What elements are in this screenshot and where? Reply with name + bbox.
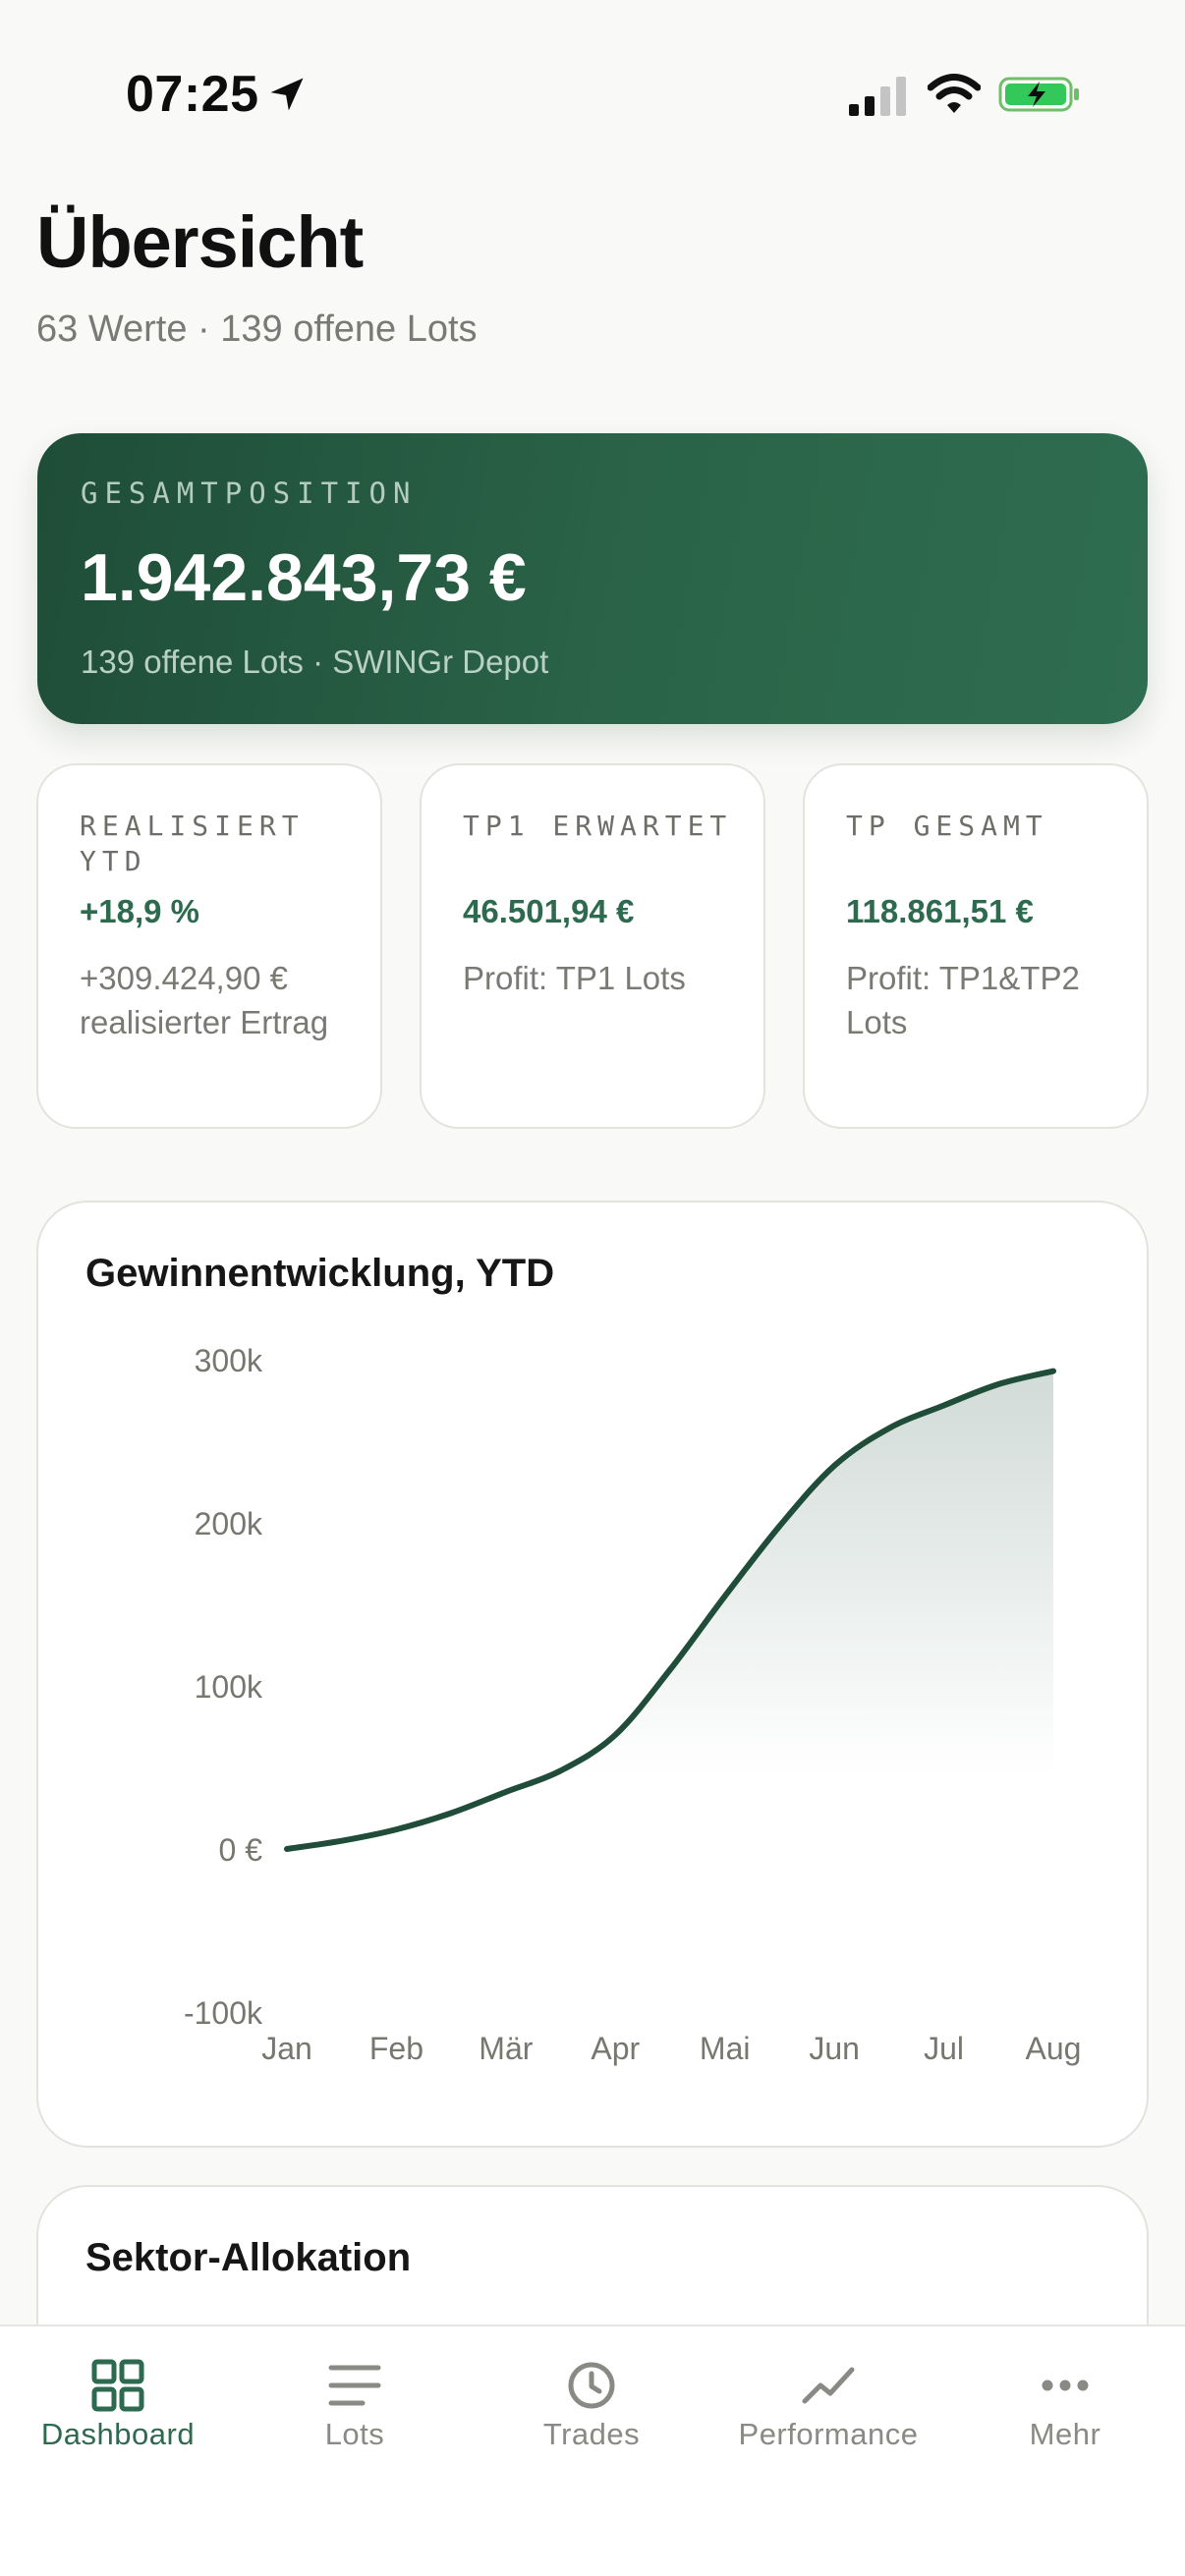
x-tick-label: Aug [1026,2031,1082,2066]
tab-label: Trades [542,2417,641,2451]
tab-dashboard[interactable]: Dashboard [0,2326,236,2493]
stat-card-realized-ytd[interactable]: REALISIERT YTD +18,9 % +309.424,90 € rea… [36,763,382,1129]
tab-label: Dashboard [40,2417,196,2451]
page-title: Übersicht [36,201,364,283]
stat-value: 118.861,51 € [846,893,1034,929]
x-tick-label: Mär [479,2031,533,2066]
battery-charging-icon [998,77,1079,112]
x-tick-label: Feb [369,2031,423,2066]
stat-label: REALISIERT YTD [80,810,305,877]
clock-icon [568,2362,615,2409]
stat-value: +18,9 % [80,893,200,929]
y-tick-label: 100k [195,1669,263,1705]
x-tick-label: Mai [700,2031,751,2066]
grid-icon [91,2359,144,2412]
stat-card-tp-total[interactable]: TP GESAMT 118.861,51 € Profit: TP1&TP2 L… [803,763,1149,1129]
more-dots-icon [1042,2380,1089,2391]
stat-card-tp1-expected[interactable]: TP1 ERWARTET 46.501,94 € Profit: TP1 Lot… [420,763,765,1129]
total-position-subtitle: 139 offene Lots · SWINGr Depot [81,644,549,680]
trend-line-icon [802,2367,855,2404]
y-tick-label: 300k [195,1343,263,1378]
list-icon [328,2365,381,2406]
total-position-card[interactable]: GESAMTPOSITION 1.942.843,73 € 139 offene… [37,433,1148,724]
tab-label: Performance [738,2417,919,2451]
profit-chart-card: Gewinnentwicklung, YTD 300k 200k 100k 0 € -1… [36,1201,1149,2148]
tab-performance[interactable]: Performance [710,2326,946,2493]
stat-label: TP GESAMT [846,810,1048,842]
y-tick-label: 200k [195,1506,263,1541]
cellular-signal-icon [849,77,906,116]
page-subtitle: 63 Werte · 139 offene Lots [36,308,478,350]
y-tick-label: -100k [184,1995,263,2031]
wifi-icon [928,74,981,113]
tab-trades[interactable]: Trades [474,2326,709,2493]
stat-value: 46.501,94 € [463,893,635,929]
stat-description: +309.424,90 € realisierter Ertrag [80,960,329,1040]
total-position-value: 1.942.843,73 € [81,540,527,615]
x-tick-label: Jun [809,2031,860,2066]
x-tick-label: Apr [591,2031,640,2066]
tab-more[interactable]: Mehr [947,2326,1183,2493]
profit-area-fill [287,1371,1053,1849]
stat-label: TP1 ERWARTET [463,810,733,842]
x-tick-label: Jul [924,2031,964,2066]
tab-lots[interactable]: Lots [237,2326,473,2493]
y-tick-label: 0 € [219,1832,263,1868]
stat-description: Profit: TP1 Lots [463,960,686,996]
status-bar: 07:25 [0,0,1185,187]
tab-label: Lots [324,2417,385,2451]
stat-description: Profit: TP1&TP2 Lots [846,960,1080,1040]
x-tick-label: Jan [261,2031,312,2066]
profit-area-chart[interactable]: 300k 200k 100k 0 € -100kJan Feb Mär Apr Mai Jun Ju… [38,1203,1151,2150]
status-time: 07:25 [126,66,259,123]
tab-bar: Dashboard Lots Trades Performance Mehr [0,2324,1185,2576]
tab-label: Mehr [1029,2417,1101,2451]
sector-allocation-title: Sektor-Allokation [85,2236,412,2279]
location-arrow-icon [270,78,304,111]
total-position-label: GESAMTPOSITION [81,476,418,510]
